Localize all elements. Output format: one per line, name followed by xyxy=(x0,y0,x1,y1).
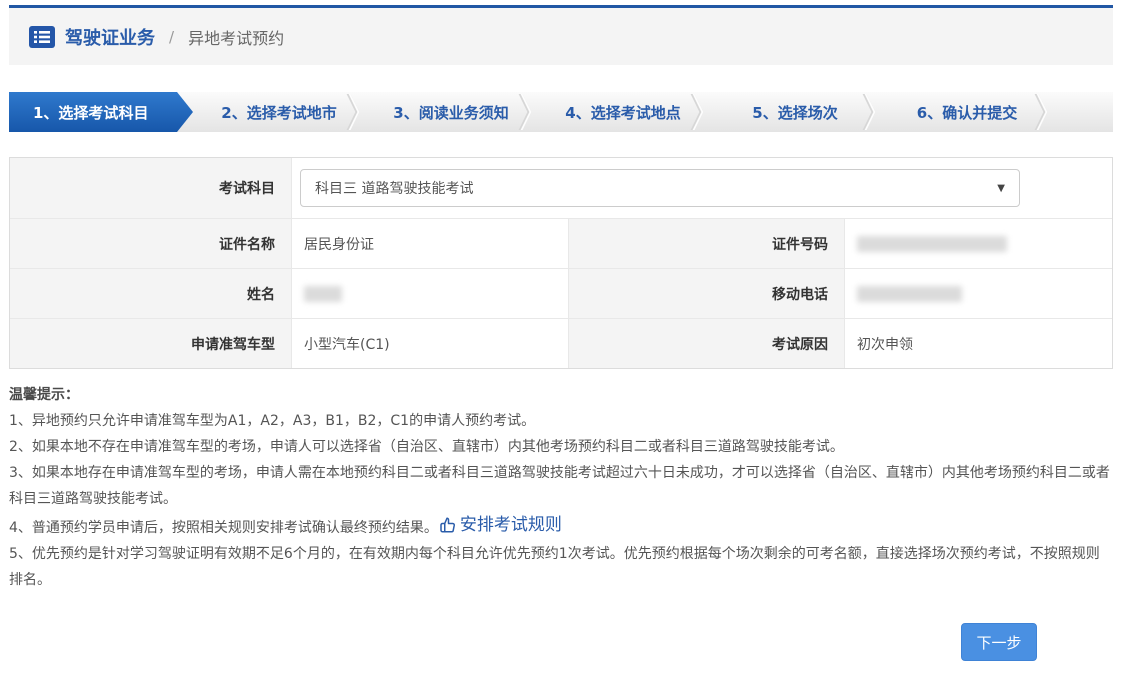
exam-subject-select[interactable]: 科目三 道路驾驶技能考试 ▼ xyxy=(300,169,1020,207)
exam-rules-link[interactable]: 安排考试规则 xyxy=(438,512,562,538)
mobile-cell xyxy=(844,268,1112,318)
breadcrumb-current-page: 异地考试预约 xyxy=(188,25,284,49)
breadcrumb: 驾驶证业务 / 异地考试预约 xyxy=(9,5,1113,65)
tip-item-5: 5、优先预约是针对学习驾驶证明有效期不足6个月的，在有效期内每个科目允许优先预约… xyxy=(9,541,1113,593)
exam-subject-cell: 科目三 道路驾驶技能考试 ▼ xyxy=(291,158,1112,218)
tips-heading: 温馨提示： xyxy=(9,382,1113,408)
exam-subject-selected-value: 科目三 道路驾驶技能考试 xyxy=(315,178,473,198)
tab-step-2-select-city[interactable]: 2、选择考试地市 xyxy=(193,92,365,132)
mobile-label: 移动电话 xyxy=(568,268,844,318)
step-tabs: 1、选择考试科目 2、选择考试地市 3、阅读业务须知 4、选择考试地点 5、选择… xyxy=(9,92,1113,132)
tab-step-3-read-notice[interactable]: 3、阅读业务须知 xyxy=(365,92,537,132)
list-icon xyxy=(29,26,55,48)
tips-section: 温馨提示： 1、异地预约只允许申请准驾车型为A1，A2，A3，B1，B2，C1的… xyxy=(9,382,1113,593)
breadcrumb-separator: / xyxy=(169,28,174,46)
exam-reason-value: 初次申领 xyxy=(844,318,1112,368)
exam-rules-link-label: 安排考试规则 xyxy=(460,512,562,538)
next-step-button[interactable]: 下一步 xyxy=(961,623,1037,661)
id-number-redacted-value xyxy=(857,236,1007,252)
name-redacted-value xyxy=(304,286,342,302)
vehicle-type-label: 申请准驾车型 xyxy=(10,318,291,368)
name-label: 姓名 xyxy=(10,268,291,318)
exam-reason-label: 考试原因 xyxy=(568,318,844,368)
tab-step-5-select-session[interactable]: 5、选择场次 xyxy=(709,92,881,132)
footer-actions: 下一步 xyxy=(9,623,1113,661)
tip-item-1: 1、异地预约只允许申请准驾车型为A1，A2，A3，B1，B2，C1的申请人预约考… xyxy=(9,408,1113,434)
applicant-info-table: 考试科目 科目三 道路驾驶技能考试 ▼ 证件名称 居民身份证 证件号码 姓名 移… xyxy=(9,157,1113,369)
tab-step-6-confirm-submit[interactable]: 6、确认并提交 xyxy=(881,92,1053,132)
id-type-value: 居民身份证 xyxy=(291,218,568,268)
id-type-label: 证件名称 xyxy=(10,218,291,268)
tip-item-4: 4、普通预约学员申请后，按照相关规则安排考试确认最终预约结果。 安排考试规则 xyxy=(9,512,1113,541)
tip-item-3: 3、如果本地存在申请准驾车型的考场，申请人需在本地预约科目二或者科目三道路驾驶技… xyxy=(9,460,1113,512)
tip-item-4-text: 4、普通预约学员申请后，按照相关规则安排考试确认最终预约结果。 xyxy=(9,520,438,536)
page-container: 驾驶证业务 / 异地考试预约 1、选择考试科目 2、选择考试地市 3、阅读业务须… xyxy=(9,5,1113,661)
vehicle-type-value: 小型汽车(C1) xyxy=(291,318,568,368)
id-number-label: 证件号码 xyxy=(568,218,844,268)
mobile-redacted-value xyxy=(857,286,962,302)
exam-subject-label: 考试科目 xyxy=(10,158,291,218)
id-number-cell xyxy=(844,218,1112,268)
tab-step-1-select-subject[interactable]: 1、选择考试科目 xyxy=(9,92,193,132)
step-tabs-filler xyxy=(1053,92,1113,132)
tab-step-4-select-site[interactable]: 4、选择考试地点 xyxy=(537,92,709,132)
breadcrumb-service-title[interactable]: 驾驶证业务 xyxy=(65,24,155,50)
chevron-down-icon: ▼ xyxy=(997,183,1005,194)
tip-item-2: 2、如果本地不存在申请准驾车型的考场，申请人可以选择省（自治区、直辖市）内其他考… xyxy=(9,434,1113,460)
thumbs-up-icon xyxy=(438,516,456,534)
name-cell xyxy=(291,268,568,318)
